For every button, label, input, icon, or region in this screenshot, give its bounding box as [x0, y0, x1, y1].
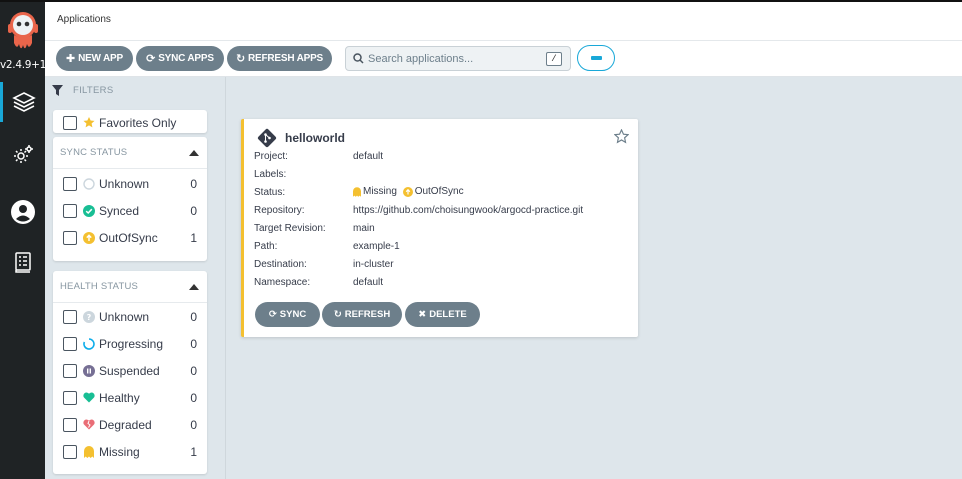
refresh-icon: ↻ [333, 309, 342, 320]
health-status: Missing [353, 186, 397, 197]
app-delete-button[interactable]: ✖ DELETE [405, 302, 480, 327]
health-status-title: HEALTH STATUS [60, 281, 139, 292]
field-value-project: default [353, 151, 384, 162]
ghost-icon [83, 445, 95, 458]
question-circle-icon: ? [83, 310, 95, 323]
checkbox[interactable] [63, 203, 77, 218]
search-shortcut-key: / [546, 52, 562, 66]
toolbar: ✚ NEW APP ⟳ SYNC APPS ↻ REFRESH APPS / [45, 41, 962, 77]
field-label-namespace: Namespace: [254, 277, 311, 288]
user-icon [10, 200, 35, 224]
refresh-apps-button[interactable]: ↻ REFRESH APPS [227, 46, 332, 71]
field-label-target-revision: Target Revision: [254, 223, 326, 234]
nav-applications[interactable] [0, 82, 45, 122]
field-value-target-revision: main [353, 223, 375, 234]
checkbox[interactable] [63, 176, 77, 191]
page-header: Applications [45, 0, 962, 41]
argo-logo-icon[interactable] [5, 10, 41, 54]
docs-icon [14, 252, 31, 273]
filter-health-unknown[interactable]: ? Unknown 0 [63, 308, 197, 325]
favorites-only-filter[interactable]: Favorites Only [63, 114, 197, 131]
favorites-panel: Favorites Only [53, 110, 207, 133]
check-circle-icon [83, 204, 95, 217]
refresh-icon: ↻ [235, 53, 245, 65]
field-value-namespace: default [353, 277, 384, 288]
layers-icon [12, 92, 36, 112]
arrow-up-circle-icon [402, 186, 413, 197]
sync-icon: ⟳ [268, 309, 277, 320]
field-label-project: Project: [254, 151, 288, 162]
sync-status-panel: SYNC STATUS Unknown 0 Synced 0 OutOfSync [53, 137, 207, 261]
field-label-status: Status: [254, 187, 286, 198]
filter-health-degraded[interactable]: Degraded 0 [63, 416, 197, 433]
field-label-destination: Destination: [254, 259, 307, 270]
nav-documentation[interactable] [0, 242, 45, 282]
app-sync-button[interactable]: ⟳ SYNC [255, 302, 320, 327]
checkbox[interactable] [63, 417, 77, 432]
page-title: Applications [57, 14, 111, 25]
filter-health-progressing[interactable]: Progressing 0 [63, 335, 197, 352]
star-icon [83, 116, 95, 129]
field-label-labels: Labels: [254, 169, 287, 180]
arrow-up-circle-icon [83, 231, 95, 244]
git-icon [257, 128, 277, 148]
sync-status: OutOfSync [402, 186, 464, 197]
sync-icon: ⟳ [146, 53, 156, 65]
checkbox[interactable] [63, 336, 77, 351]
search-icon [353, 53, 364, 64]
checkbox[interactable] [63, 309, 77, 324]
plus-icon: ✚ [66, 53, 76, 65]
tiles-view-icon [590, 56, 602, 60]
star-outline-icon[interactable] [614, 129, 629, 144]
health-status-panel: HEALTH STATUS ? Unknown 0 Progressing 0 … [53, 271, 207, 474]
collapse-caret-icon[interactable] [189, 284, 199, 290]
filter-icon [52, 85, 63, 96]
view-toggle-button[interactable] [577, 45, 615, 71]
ghost-icon [353, 186, 361, 197]
collapse-caret-icon[interactable] [189, 150, 199, 156]
heart-broken-icon [83, 419, 95, 431]
app-tile-helloworld[interactable]: helloworld Project: default Labels: Stat… [241, 119, 638, 337]
unknown-circle-icon [83, 177, 95, 190]
field-label-repository: Repository: [254, 205, 305, 216]
sync-status-title: SYNC STATUS [60, 147, 128, 158]
search-input[interactable] [368, 50, 538, 67]
field-value-destination: in-cluster [353, 259, 394, 270]
field-value-status: Missing OutOfSync [353, 186, 464, 200]
app-name[interactable]: helloworld [285, 131, 345, 145]
app-refresh-button[interactable]: ↻ REFRESH [322, 302, 402, 327]
close-circle-icon: ✖ [418, 309, 427, 320]
nav-user-info[interactable] [0, 192, 45, 232]
new-app-button[interactable]: ✚ NEW APP [56, 46, 133, 71]
field-label-path: Path: [254, 241, 278, 252]
field-value-repository: https://github.com/choisungwook/argocd-p… [353, 205, 584, 216]
spinner-icon [83, 337, 95, 350]
heart-icon [83, 392, 95, 404]
version-label: v2.4.9+1 [0, 59, 47, 71]
pause-circle-icon [83, 364, 95, 377]
filter-health-healthy[interactable]: Healthy 0 [63, 389, 197, 406]
search-box[interactable]: / [345, 46, 571, 71]
svg-text:?: ? [87, 313, 92, 322]
filters-sidebar: FILTERS Favorites Only SYNC STATUS Unkno… [45, 77, 226, 479]
filters-heading: FILTERS [52, 85, 113, 96]
checkbox[interactable] [63, 363, 77, 378]
checkbox[interactable] [63, 444, 77, 459]
filter-sync-unknown[interactable]: Unknown 0 [63, 175, 197, 192]
field-value-path: example-1 [353, 241, 400, 252]
filter-sync-synced[interactable]: Synced 0 [63, 202, 197, 219]
checkbox[interactable] [63, 115, 77, 130]
checkbox[interactable] [63, 230, 77, 245]
filter-health-missing[interactable]: Missing 1 [63, 443, 197, 460]
filter-sync-outofsync[interactable]: OutOfSync 1 [63, 229, 197, 246]
nav-settings[interactable] [0, 135, 45, 175]
left-nav: v2.4.9+1 [0, 0, 47, 479]
sync-apps-button[interactable]: ⟳ SYNC APPS [136, 46, 224, 71]
gears-icon [13, 145, 33, 163]
checkbox[interactable] [63, 390, 77, 405]
filter-health-suspended[interactable]: Suspended 0 [63, 362, 197, 379]
